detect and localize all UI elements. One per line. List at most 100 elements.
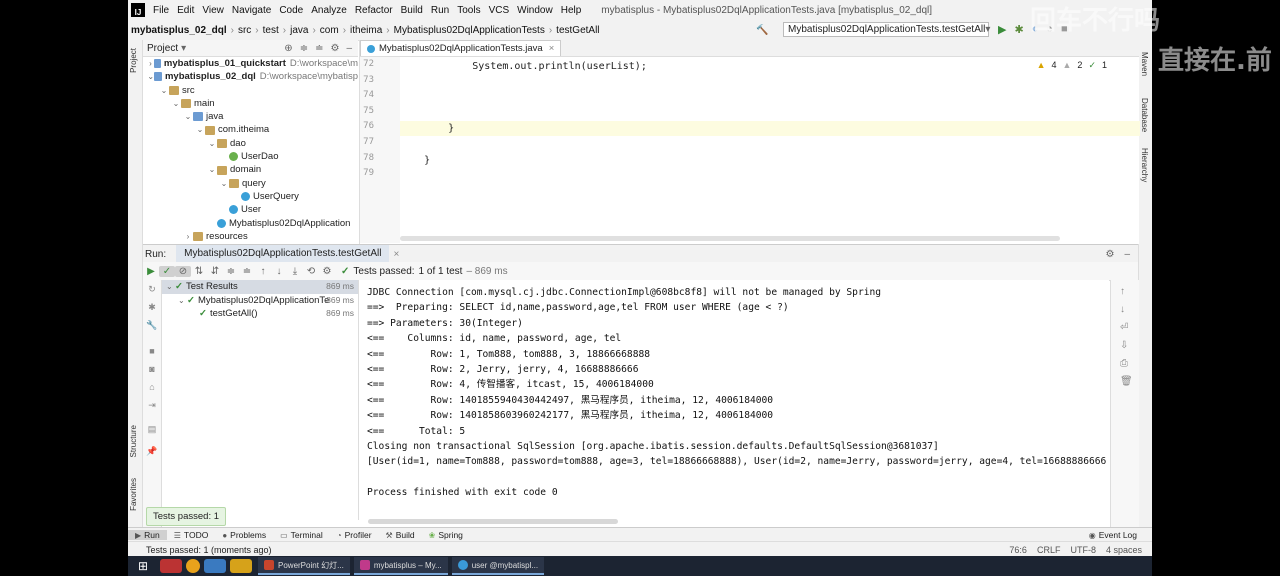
project-tree-item[interactable]: User <box>143 203 358 216</box>
chevron-down-icon[interactable]: ⌄ <box>207 163 217 176</box>
run-configuration-select[interactable]: Mybatisplus02DqlApplicationTests.testGet… <box>783 22 990 37</box>
code-line[interactable]: System.out.println(userList); <box>400 59 647 74</box>
project-tree-item[interactable]: ⌄ dao <box>143 137 358 150</box>
previous-icon[interactable]: ↑ <box>255 266 271 277</box>
structure-tool-tab[interactable]: Structure <box>129 425 138 457</box>
maven-tool-tab[interactable]: Maven <box>1140 52 1149 76</box>
scroll-down-icon[interactable]: ↓ <box>1120 304 1125 315</box>
menu-vcs[interactable]: VCS <box>485 5 514 16</box>
camera-icon[interactable]: ◙ <box>146 364 158 374</box>
console-horizontal-scrollbar[interactable] <box>368 519 618 524</box>
stop-icon[interactable]: ■ <box>146 346 158 356</box>
project-tool-tab[interactable]: Project <box>129 48 138 73</box>
test-result-item[interactable]: ⌄ ✓ Test Results 869 ms <box>162 280 358 294</box>
menu-edit[interactable]: Edit <box>173 5 198 16</box>
project-tree-item[interactable]: ⌄ java <box>143 110 358 123</box>
minimize-icon[interactable]: – <box>1124 249 1130 260</box>
scroll-up-icon[interactable]: ↑ <box>1120 286 1125 297</box>
chevron-down-icon[interactable]: ▾ <box>181 43 186 54</box>
gear-icon[interactable]: ⚙ <box>1105 249 1114 260</box>
sort-duration-icon[interactable]: ⇵ <box>207 266 223 277</box>
chrome-icon[interactable] <box>186 559 200 573</box>
database-tool-tab[interactable]: Database <box>1140 98 1149 132</box>
gear-icon[interactable]: ⚙ <box>330 43 339 54</box>
code-line[interactable]: } <box>400 153 430 168</box>
expand-all-icon[interactable]: ≑ <box>223 266 239 277</box>
project-tree-item[interactable]: › mybatisplus_01_quickstart D:\workspace\m <box>143 57 358 70</box>
menu-navigate[interactable]: Navigate <box>228 5 275 16</box>
collapse-all-icon[interactable]: ≐ <box>315 43 323 54</box>
browser-icon[interactable] <box>204 559 226 573</box>
build-hammer-icon[interactable]: 🔨 <box>756 25 768 36</box>
dump-threads-icon[interactable]: ⌂ <box>146 382 158 392</box>
print-icon[interactable]: ⎙ <box>1120 358 1128 369</box>
layout-icon[interactable]: ▤ <box>146 424 158 435</box>
breadcrumb-method[interactable]: testGetAll <box>553 25 602 36</box>
menu-analyze[interactable]: Analyze <box>307 5 351 16</box>
line-separator[interactable]: CRLF <box>1037 545 1061 555</box>
chevron-down-icon[interactable]: ⌄ <box>171 97 181 110</box>
project-tree-item[interactable]: ⌄ com.itheima <box>143 123 358 136</box>
event-log-tab[interactable]: ◉ Event Log <box>1082 530 1144 540</box>
rerun-failed-icon[interactable]: ↻ <box>146 284 158 295</box>
caret-position[interactable]: 76:6 <box>1009 545 1027 555</box>
trash-icon[interactable]: 🗑 <box>1120 376 1133 387</box>
bottom-tab-run[interactable]: ▶ Run <box>128 530 167 540</box>
chevron-down-icon[interactable]: ⌄ <box>159 84 169 97</box>
project-tree-item[interactable]: ⌄ main <box>143 97 358 110</box>
file-encoding[interactable]: UTF-8 <box>1070 545 1096 555</box>
bottom-tab-terminal[interactable]: ▭ Terminal <box>273 530 330 540</box>
inspection-widget[interactable]: ▲ 4 ▲ 2 ✓ 1 <box>1037 60 1107 71</box>
menu-view[interactable]: View <box>198 5 228 16</box>
project-tree-item[interactable]: Mybatisplus02DqlApplication <box>143 217 358 230</box>
chevron-down-icon[interactable]: ⌄ <box>219 177 229 190</box>
breadcrumb-class[interactable]: Mybatisplus02DqlApplicationTests <box>391 25 548 36</box>
favorites-tool-tab[interactable]: Favorites <box>129 478 138 511</box>
code-area[interactable]: System.out.println(userList); } } <box>400 57 1140 243</box>
project-tree-item[interactable]: UserDao <box>143 150 358 163</box>
run-settings-icon[interactable]: ⚙ <box>319 266 335 277</box>
project-view-select[interactable]: Project <box>147 43 178 54</box>
debug-icon[interactable]: ✱ <box>1014 23 1023 36</box>
bottom-tab-problems[interactable]: ● Problems <box>215 530 273 540</box>
indent-setting[interactable]: 4 spaces <box>1106 545 1142 555</box>
chevron-right-icon[interactable]: › <box>183 230 193 243</box>
chevron-down-icon[interactable]: ⌄ <box>178 294 187 308</box>
breadcrumb-module[interactable]: mybatisplus_02_dql <box>128 25 230 36</box>
bottom-tab-build[interactable]: ⚒ Build <box>379 530 422 540</box>
minimize-icon[interactable]: – <box>346 43 352 54</box>
sort-alpha-icon[interactable]: ⇅ <box>191 266 207 277</box>
taskbar-app-datagrip[interactable]: user @mybatispl... <box>451 557 545 575</box>
chevron-down-icon[interactable]: ⌄ <box>183 110 193 123</box>
editor-tab-active[interactable]: Mybatisplus02DqlApplicationTests.java × <box>360 40 562 56</box>
console-output[interactable]: JDBC Connection [com.mysql.cj.jdbc.Conne… <box>359 280 1109 530</box>
menu-refactor[interactable]: Refactor <box>351 5 397 16</box>
breadcrumb-src[interactable]: src <box>235 25 254 36</box>
status-message[interactable]: Tests passed: 1 (moments ago) <box>128 545 272 555</box>
breadcrumb-test[interactable]: test <box>260 25 282 36</box>
menu-code[interactable]: Code <box>275 5 307 16</box>
collapse-all-icon[interactable]: ≐ <box>239 266 255 277</box>
exit-icon[interactable]: ⇥ <box>146 400 158 411</box>
project-tree-item[interactable]: ⌄ src <box>143 84 358 97</box>
debug-icon[interactable]: ✱ <box>146 302 158 313</box>
menu-window[interactable]: Window <box>513 5 557 16</box>
project-tree-item[interactable]: ⌄ query <box>143 177 358 190</box>
expand-all-icon[interactable]: ≑ <box>300 43 308 54</box>
next-icon[interactable]: ↓ <box>271 266 287 277</box>
folder-icon[interactable] <box>230 559 252 573</box>
bottom-tab-spring[interactable]: ❀ Spring <box>422 530 470 540</box>
close-icon[interactable]: × <box>393 249 399 260</box>
show-passed-icon[interactable]: ✓ <box>159 265 175 277</box>
run-tab[interactable]: Mybatisplus02DqlApplicationTests.testGet… <box>176 245 390 263</box>
chevron-down-icon[interactable]: ⌄ <box>207 137 217 150</box>
pin-icon[interactable]: 📌 <box>146 446 158 457</box>
menu-tools[interactable]: Tools <box>453 5 484 16</box>
project-tree-item[interactable]: ⌄ mybatisplus_02_dql D:\workspace\mybatisp <box>143 70 358 83</box>
chevron-down-icon[interactable]: ⌄ <box>195 123 205 136</box>
menu-file[interactable]: File <box>149 5 173 16</box>
breadcrumb-itheima[interactable]: itheima <box>347 25 385 36</box>
locate-icon[interactable]: ⊕ <box>284 43 292 54</box>
test-result-item[interactable]: ⌄ ✓ Mybatisplus02DqlApplicationTe 869 ms <box>162 294 358 308</box>
tests-passed-toast[interactable]: Tests passed: 1 <box>146 507 227 526</box>
